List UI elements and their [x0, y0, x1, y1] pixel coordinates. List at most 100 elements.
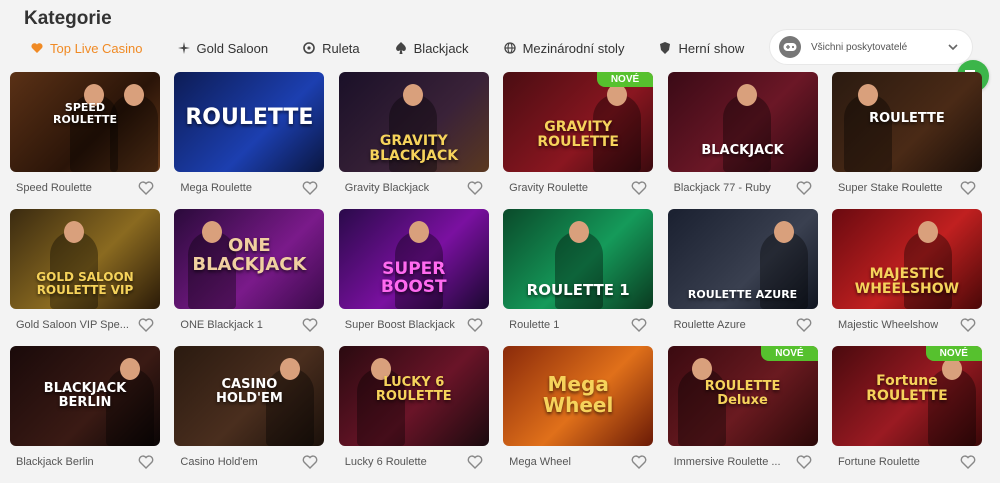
- game-meta: Casino Hold'em: [174, 446, 324, 478]
- new-badge: NOVÉ: [925, 346, 982, 361]
- game-card[interactable]: ROULETTE Mega Roulette: [174, 72, 325, 209]
- new-badge: NOVÉ: [596, 72, 654, 87]
- game-logo-text: ONE BLACKJACK: [192, 235, 307, 275]
- game-meta: Blackjack 77 - Ruby: [668, 172, 818, 204]
- dealer-face: [917, 221, 938, 243]
- game-name: Super Stake Roulette: [837, 182, 943, 194]
- new-badge: NOVÉ: [761, 346, 818, 361]
- game-name: Roulette Azure: [673, 319, 746, 331]
- game-logo-text: ROULETTE 1: [526, 281, 630, 299]
- tab-label: Mezinárodní stoly: [522, 40, 625, 56]
- game-meta: Super Stake Roulette: [832, 172, 982, 204]
- game-card[interactable]: ROULETTE AZURE Roulette Azure: [667, 209, 818, 346]
- tab-gold-saloon[interactable]: Gold Saloon: [177, 40, 269, 56]
- tab-mezinarodni-stoly[interactable]: Mezinárodní stoly: [503, 40, 625, 56]
- game-card[interactable]: ROULETTE Super Stake Roulette: [831, 72, 982, 209]
- game-name: Immersive Roulette ...: [673, 456, 781, 468]
- game-logo-text: SUPER BOOST: [380, 259, 447, 297]
- game-card[interactable]: Mega Wheel Mega Wheel: [503, 346, 654, 483]
- game-meta: ONE Blackjack 1: [174, 309, 324, 341]
- game-logo-text: SPEED ROULETTE: [52, 101, 118, 126]
- favorite-heart-icon[interactable]: [960, 454, 976, 470]
- spade-icon: [394, 41, 408, 55]
- game-card[interactable]: ROULETTE Deluxe NOVÉ Immersive Roulette ..…: [667, 346, 818, 483]
- favorite-heart-icon[interactable]: [138, 180, 154, 196]
- favorite-heart-icon[interactable]: [302, 317, 318, 333]
- tab-label: Top Live Casino: [50, 40, 143, 56]
- favorite-heart-icon[interactable]: [302, 454, 318, 470]
- tab-ruleta[interactable]: Ruleta: [302, 41, 360, 56]
- game-thumbnail: GRAVITY ROULETTE NOVÉ: [503, 72, 654, 172]
- game-name: Blackjack Berlin: [16, 456, 94, 468]
- game-card[interactable]: GOLD SALOON ROULETTE VIP Gold Saloon VIP …: [10, 209, 160, 346]
- game-meta: Gravity Blackjack: [339, 172, 489, 204]
- favorite-heart-icon[interactable]: [960, 317, 976, 333]
- game-name: Gravity Roulette: [509, 182, 589, 194]
- game-thumbnail: ROULETTE: [174, 72, 325, 172]
- favorite-heart-icon[interactable]: [960, 180, 976, 196]
- favorite-heart-icon[interactable]: [631, 317, 647, 333]
- dealer-face: [736, 84, 757, 106]
- game-thumbnail: GRAVITY BLACKJACK: [338, 72, 489, 172]
- game-logo-text: ROULETTE: [185, 105, 314, 130]
- game-thumbnail: Fortune ROULETTE NOVÉ: [831, 346, 982, 446]
- favorite-heart-icon[interactable]: [796, 454, 812, 470]
- game-logo-text: ROULETTE Deluxe: [704, 379, 781, 408]
- game-name: Gravity Blackjack: [344, 182, 430, 194]
- game-name: Blackjack 77 - Ruby: [673, 182, 771, 194]
- favorite-heart-icon[interactable]: [467, 317, 483, 333]
- game-logo-text: MAJESTIC WHEELSHOW: [854, 266, 960, 297]
- game-meta: Blackjack Berlin: [10, 446, 160, 478]
- game-card[interactable]: BLACKJACK Blackjack 77 - Ruby: [667, 72, 818, 209]
- favorite-heart-icon[interactable]: [138, 317, 154, 333]
- game-name: Casino Hold'em: [180, 456, 258, 468]
- dealer-face: [120, 358, 140, 380]
- tab-blackjack[interactable]: Blackjack: [394, 41, 469, 56]
- game-card[interactable]: BLACKJACK BERLIN Blackjack Berlin: [10, 346, 160, 483]
- tab-label: Ruleta: [322, 40, 360, 56]
- game-name: Majestic Wheelshow: [837, 319, 939, 331]
- favorite-heart-icon[interactable]: [467, 180, 483, 196]
- game-name: Mega Roulette: [180, 182, 252, 194]
- roulette-icon: [302, 41, 316, 55]
- game-thumbnail: SUPER BOOST: [338, 209, 489, 309]
- favorite-heart-icon[interactable]: [631, 454, 647, 470]
- favorite-heart-icon[interactable]: [631, 180, 647, 196]
- sparkle-icon: [177, 41, 191, 55]
- game-thumbnail: ROULETTE Deluxe NOVÉ: [667, 346, 818, 446]
- tab-top-live-casino[interactable]: Top Live Casino: [30, 41, 143, 56]
- game-card[interactable]: GRAVITY BLACKJACK Gravity Blackjack: [338, 72, 489, 209]
- game-logo-text: Mega Wheel: [543, 372, 614, 417]
- game-thumbnail: ROULETTE 1: [503, 209, 654, 309]
- game-meta: Majestic Wheelshow: [832, 309, 982, 341]
- favorite-heart-icon[interactable]: [467, 454, 483, 470]
- game-logo-text: CASINO HOLD'EM: [215, 377, 283, 406]
- game-card[interactable]: ROULETTE 1 Roulette 1: [503, 209, 654, 346]
- tab-label: Gold Saloon: [196, 40, 269, 56]
- game-card[interactable]: MAJESTIC WHEELSHOW Majestic Wheelshow: [831, 209, 982, 346]
- dealer-face: [691, 358, 712, 380]
- favorite-heart-icon[interactable]: [138, 454, 154, 470]
- game-name: Roulette 1: [509, 319, 560, 331]
- favorite-heart-icon[interactable]: [796, 180, 812, 196]
- provider-select[interactable]: Všichni poskytovatelé: [770, 30, 972, 64]
- favorite-heart-icon[interactable]: [302, 180, 318, 196]
- tab-herni-show[interactable]: Herní show: [658, 41, 744, 56]
- dealer-face: [857, 84, 878, 106]
- globe-icon: [503, 41, 517, 55]
- dealer-face: [408, 221, 429, 243]
- game-card[interactable]: SUPER BOOST Super Boost Blackjack: [338, 209, 489, 346]
- game-card[interactable]: GRAVITY ROULETTE NOVÉ Gravity Roulette: [503, 72, 654, 209]
- game-card[interactable]: CASINO HOLD'EM Casino Hold'em: [174, 346, 325, 483]
- game-name: Mega Wheel: [509, 456, 571, 468]
- game-grid: SPEED ROULETTE Speed Roulette ROULETTE Mega…: [10, 72, 982, 483]
- heart-icon: [30, 41, 44, 55]
- game-logo-text: BLACKJACK BERLIN: [43, 381, 127, 410]
- game-card[interactable]: LUCKY 6 ROULETTE Lucky 6 Roulette: [338, 346, 489, 483]
- game-card[interactable]: SPEED ROULETTE Speed Roulette: [10, 72, 160, 209]
- favorite-heart-icon[interactable]: [796, 317, 812, 333]
- game-card[interactable]: Fortune ROULETTE NOVÉ Fortune Roulette: [831, 346, 982, 483]
- game-thumbnail: CASINO HOLD'EM: [174, 346, 325, 446]
- game-thumbnail: BLACKJACK BERLIN: [10, 346, 160, 446]
- game-card[interactable]: ONE BLACKJACK ONE Blackjack 1: [174, 209, 325, 346]
